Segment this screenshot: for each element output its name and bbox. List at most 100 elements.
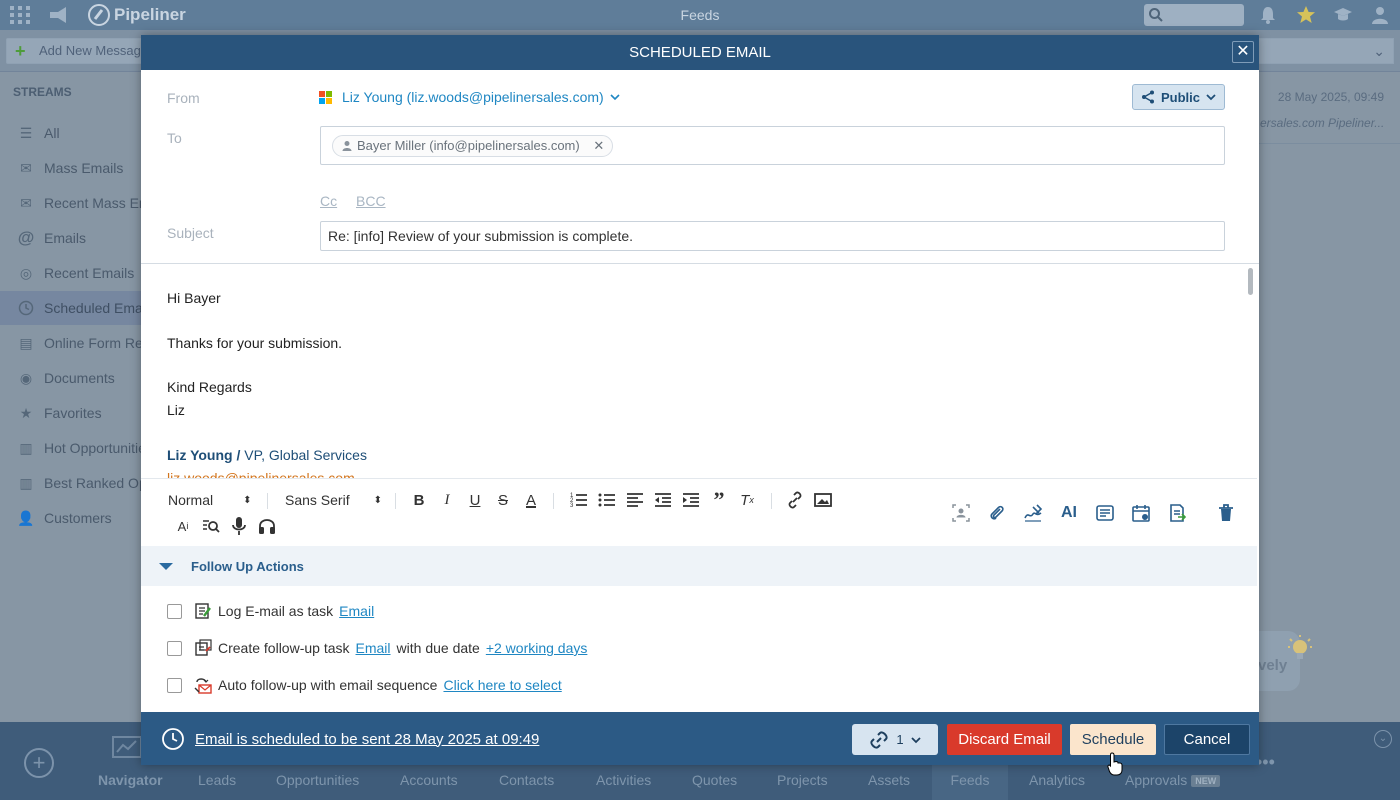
apps-grid-icon[interactable] [10, 6, 30, 24]
customers-icon: 👤 [17, 509, 35, 526]
strikethrough-icon[interactable]: S [493, 490, 513, 510]
signature-icon[interactable] [1023, 503, 1043, 523]
star-icon[interactable] [1296, 5, 1316, 25]
attachments-dropdown-button[interactable]: 1 [852, 724, 938, 755]
headphones-icon[interactable] [257, 516, 277, 536]
global-search-input[interactable] [1144, 4, 1244, 26]
nav-approvals[interactable]: Approvals NEW [1125, 772, 1221, 788]
nav-projects[interactable]: Projects [777, 772, 828, 788]
font-color-icon[interactable]: A [521, 490, 541, 510]
underline-icon[interactable]: U [465, 490, 485, 510]
schedule-info[interactable]: Email is scheduled to be sent 28 May 202… [161, 727, 539, 751]
collapse-chevron-icon[interactable]: ⌄ [1374, 730, 1392, 748]
sidebar-item-online-form-responses[interactable]: ▤ Online Form Responses [0, 326, 142, 360]
image-icon[interactable] [813, 490, 833, 510]
template-icon[interactable] [1095, 503, 1115, 523]
editor-scrollbar[interactable] [1248, 268, 1253, 295]
sidebar-item-favorites[interactable]: ★ Favorites [0, 396, 142, 430]
app-logo[interactable]: Pipeliner [88, 4, 186, 26]
microphone-icon[interactable] [229, 516, 249, 536]
follow-up-task-type-link[interactable]: Email [356, 640, 391, 656]
bold-icon[interactable]: B [409, 490, 429, 510]
clear-format-icon[interactable]: Tx [737, 490, 757, 510]
feed-filter-select[interactable]: ⌄ [1258, 38, 1394, 64]
discard-email-button[interactable]: Discard Email [947, 724, 1062, 755]
sidebar-item-hot-opportunities[interactable]: ▥ Hot Opportunities [0, 431, 142, 465]
log-email-checkbox[interactable] [167, 603, 182, 619]
follow-up-actions-toggle[interactable]: Follow Up Actions [141, 546, 1257, 586]
calendar-schedule-icon[interactable] [1131, 503, 1151, 523]
log-email-type-link[interactable]: Email [339, 603, 374, 619]
add-new-message-button[interactable]: + Add New Message [6, 38, 158, 64]
email-body-editor[interactable]: Hi Bayer Thanks for your submission. Kin… [141, 264, 1257, 478]
collapse-triangle-icon [159, 563, 173, 570]
sidebar-item-best-ranked-opportunities[interactable]: ▥ Best Ranked Opportunities [0, 466, 142, 500]
nav-activities[interactable]: Activities [596, 772, 651, 788]
from-sender-select[interactable]: Liz Young (liz.woods@pipelinersales.com) [319, 89, 620, 105]
hot-icon: ▥ [19, 439, 33, 456]
body-name: Liz [167, 402, 185, 418]
feed-item-snippet[interactable]: ersales.com Pipeliner... [1260, 116, 1384, 130]
add-circle-button[interactable]: + [24, 748, 54, 778]
sidebar-item-documents[interactable]: ◉ Documents [0, 361, 142, 395]
to-recipients-field[interactable]: Bayer Miller (info@pipelinersales.com) ✕ [320, 126, 1225, 165]
text-format-select[interactable]: Normal ⬍ [168, 492, 252, 508]
sidebar-item-emails[interactable]: @ Emails [0, 221, 142, 255]
nav-opportunities[interactable]: Opportunities [276, 772, 359, 788]
auto-follow-up-checkbox[interactable] [167, 677, 182, 693]
sidebar-item-scheduled-emails[interactable]: Scheduled Emails [0, 291, 142, 325]
ai-assistant-icon[interactable]: AI [1059, 503, 1079, 523]
clock-icon [16, 298, 36, 318]
sidebar-item-customers[interactable]: 👤 Customers [0, 501, 142, 535]
due-date-link[interactable]: +2 working days [486, 640, 588, 656]
cancel-button[interactable]: Cancel [1164, 724, 1250, 755]
ordered-list-icon[interactable]: 123 [569, 490, 589, 510]
megaphone-icon[interactable] [48, 6, 68, 24]
nav-quotes[interactable]: Quotes [692, 772, 737, 788]
graduation-cap-icon[interactable] [1333, 5, 1353, 25]
nav-navigator[interactable]: Navigator [98, 772, 163, 788]
bcc-link[interactable]: BCC [356, 193, 386, 209]
ai-sparkle-icon[interactable]: Ai [173, 516, 193, 536]
recipient-chip[interactable]: Bayer Miller (info@pipelinersales.com) ✕ [332, 135, 614, 157]
sidebar-item-recent-emails[interactable]: ◎ Recent Emails [0, 256, 142, 290]
contact-card-icon[interactable] [951, 503, 971, 523]
document-export-icon[interactable] [1167, 503, 1187, 523]
sidebar-item-recent-mass-emails[interactable]: ✉ Recent Mass Emails [0, 186, 142, 220]
font-family-select[interactable]: Sans Serif ⬍ [285, 492, 382, 508]
nav-accounts[interactable]: Accounts [400, 772, 458, 788]
streams-sidebar: STREAMS ☰ All ✉ Mass Emails ✉ Recent Mass E… [0, 73, 142, 723]
subject-input[interactable]: Re: [info] Review of your submission is … [320, 221, 1225, 251]
italic-icon[interactable]: I [437, 490, 457, 510]
sidebar-item-mass-emails[interactable]: ✉ Mass Emails [0, 151, 142, 185]
bullet-list-icon[interactable] [597, 490, 617, 510]
sidebar-item-label: Documents [44, 370, 115, 386]
person-icon [342, 141, 352, 151]
paperclip-icon[interactable] [987, 503, 1007, 523]
follow-up-task-checkbox[interactable] [167, 640, 182, 656]
ai-search-icon[interactable] [201, 516, 221, 536]
link-icon[interactable] [785, 490, 805, 510]
nav-contacts[interactable]: Contacts [499, 772, 554, 788]
body-greeting: Hi Bayer [167, 290, 221, 306]
schedule-button[interactable]: Schedule [1070, 724, 1156, 755]
close-dialog-button[interactable]: ✕ [1232, 41, 1254, 63]
bell-icon[interactable] [1258, 5, 1278, 25]
user-profile-icon[interactable] [1370, 5, 1390, 25]
sidebar-item-all[interactable]: ☰ All [0, 116, 142, 150]
indent-icon[interactable] [681, 490, 701, 510]
nav-leads[interactable]: Leads [198, 772, 236, 788]
nav-assets[interactable]: Assets [868, 772, 910, 788]
trash-icon[interactable] [1216, 503, 1236, 523]
updown-icon: ⬍ [373, 494, 382, 506]
signature-email[interactable]: liz.woods@pipelinersales.com [167, 470, 355, 478]
outdent-icon[interactable] [653, 490, 673, 510]
nav-analytics[interactable]: Analytics [1029, 772, 1085, 788]
blockquote-icon[interactable]: ” [709, 487, 729, 512]
cc-link[interactable]: Cc [320, 193, 337, 209]
remove-recipient-icon[interactable]: ✕ [593, 138, 604, 153]
align-icon[interactable] [625, 490, 645, 510]
select-sequence-link[interactable]: Click here to select [443, 677, 561, 693]
visibility-select[interactable]: Public [1132, 84, 1225, 110]
subject-label: Subject [167, 225, 214, 241]
